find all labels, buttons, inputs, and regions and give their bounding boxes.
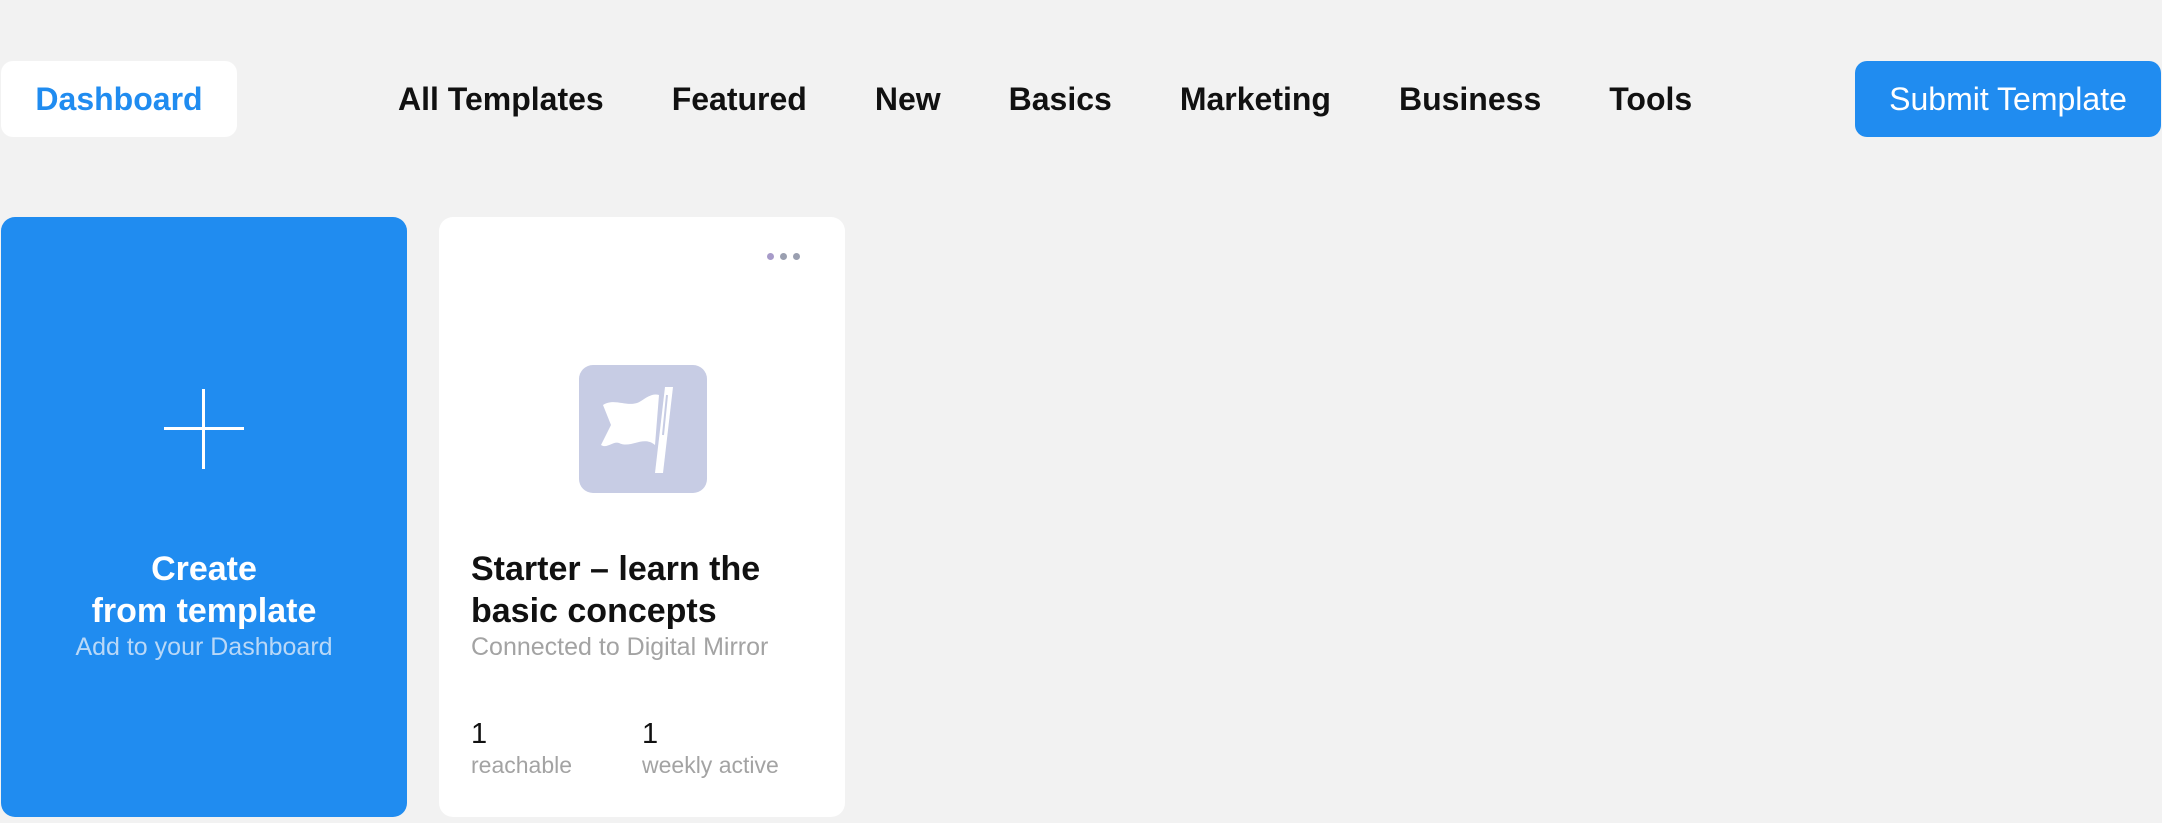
plus-icon [164,389,244,469]
nav-business[interactable]: Business [1399,81,1541,118]
stat-reachable: 1 reachable [471,717,572,779]
nav-featured[interactable]: Featured [672,81,807,118]
stat-reachable-label: reachable [471,752,573,778]
create-title-line2: from template [91,592,317,630]
template-card-starter[interactable]: Starter – learn the basic concepts Conne… [439,217,845,817]
template-card-subtitle: Connected to Digital Mirror [471,633,769,661]
stat-weekly-active-value: 1 [642,718,659,750]
nav-all-templates[interactable]: All Templates [398,81,604,118]
create-card-title: Create from template [1,548,407,632]
create-card-subtitle: Add to your Dashboard [75,633,333,661]
stat-reachable-value: 1 [471,718,488,750]
nav-new[interactable]: New [875,81,941,118]
nav-basics[interactable]: Basics [1009,81,1112,118]
nav-tools[interactable]: Tools [1609,81,1692,118]
create-from-template-card[interactable]: Create from template Add to your Dashboa… [1,217,407,817]
create-title-line1: Create [151,550,257,588]
stat-weekly-active: 1 weekly active [642,717,779,779]
template-title-line1: Starter – learn the [471,550,761,588]
template-category-nav: All Templates Featured New Basics Market… [398,61,1692,137]
submit-template-button[interactable]: Submit Template [1855,61,2161,137]
stat-weekly-active-label: weekly active [642,752,779,778]
templates-page: Dashboard All Templates Featured New Bas… [0,0,2162,823]
template-card-title: Starter – learn the basic concepts [471,548,831,632]
template-title-line2: basic concepts [471,592,717,630]
more-dots-icon[interactable] [767,249,807,263]
nav-marketing[interactable]: Marketing [1180,81,1331,118]
flag-icon [579,365,707,493]
dashboard-button[interactable]: Dashboard [1,61,237,137]
